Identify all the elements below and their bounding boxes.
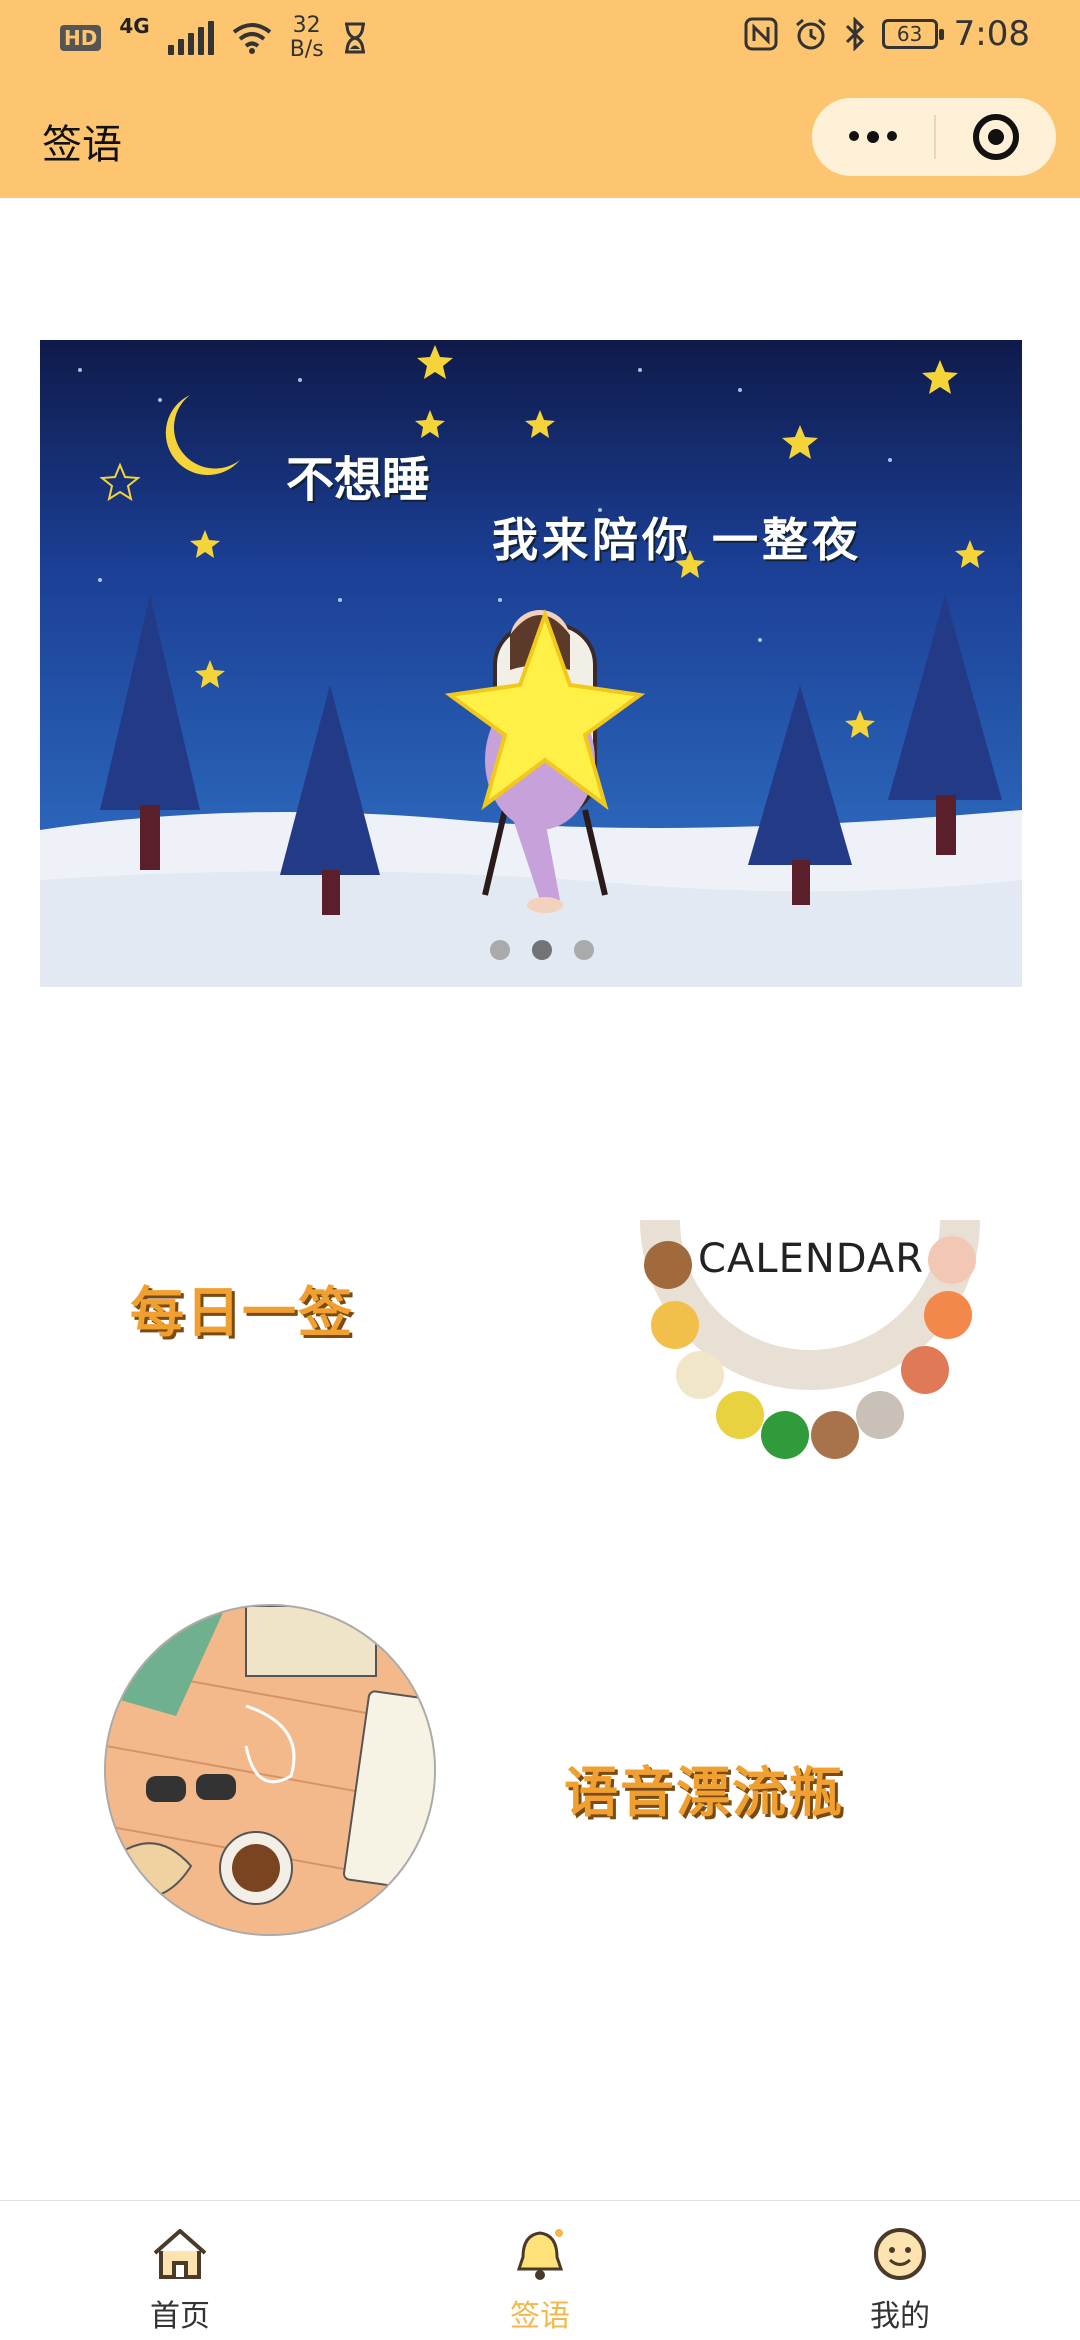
bluetooth-icon: [845, 17, 864, 51]
daily-sign-button[interactable]: 每日一签: [130, 1268, 354, 1347]
network-type: 4G: [119, 14, 150, 38]
net-speed: 32 B/s: [290, 14, 324, 62]
hd-badge: HD: [60, 25, 102, 51]
more-dot: [887, 131, 897, 141]
mini-program-capsule: [812, 98, 1056, 176]
tab-signs[interactable]: 签语: [360, 2201, 720, 2340]
voice-drift-bottle-button[interactable]: 语音漂流瓶: [564, 1748, 844, 1827]
clock: 7:08: [953, 14, 1030, 54]
tab-mine[interactable]: 我的: [720, 2201, 1080, 2340]
carousel-dot-active[interactable]: [532, 940, 552, 960]
hourglass-icon: [344, 22, 365, 54]
banner-illustration: [40, 340, 1022, 987]
carousel-indicator: [490, 940, 594, 960]
close-mini-program-button[interactable]: [936, 114, 1056, 160]
drift-bottle-illustration[interactable]: [104, 1604, 436, 1936]
tab-signs-label: 签语: [510, 2299, 570, 2334]
tab-home[interactable]: 首页: [0, 2201, 360, 2340]
carousel-dot[interactable]: [574, 940, 594, 960]
calendar-art-text: CALENDAR: [698, 1236, 924, 1282]
carousel-dot[interactable]: [490, 940, 510, 960]
more-menu-button[interactable]: [812, 131, 934, 143]
tab-home-label: 首页: [150, 2299, 210, 2334]
tab-mine-label: 我的: [870, 2299, 930, 2334]
tab-bar: 首页 签语 我的: [0, 2200, 1080, 2340]
calendar-illustration[interactable]: CALENDAR: [640, 1190, 980, 1470]
battery-icon: 63: [881, 19, 944, 49]
bell-icon: [516, 2229, 564, 2280]
nfc-icon: [744, 17, 778, 51]
home-icon: [153, 2229, 207, 2279]
net-speed-value: 32: [292, 13, 321, 38]
top-bar: HD 4G 32 B/s 63 7:08 签语: [0, 0, 1080, 198]
status-left: HD 4G 32 B/s: [60, 14, 368, 62]
desk-illustration: [106, 1606, 434, 1934]
signal-icon: [167, 21, 214, 55]
more-dot: [849, 131, 859, 141]
app-page: HD 4G 32 B/s 63 7:08 签语 不想睡 我来陪你 一整夜 每日一…: [0, 0, 1080, 2340]
target-icon: [973, 114, 1019, 160]
status-bar: HD 4G 32 B/s 63 7:08: [0, 0, 1080, 75]
alarm-icon: [795, 18, 826, 50]
wifi-icon: [232, 23, 271, 54]
net-speed-unit: B/s: [289, 37, 324, 62]
banner-line-1: 不想睡: [286, 452, 431, 508]
status-right: 63 7:08: [744, 14, 1030, 54]
banner-carousel[interactable]: 不想睡 我来陪你 一整夜: [40, 340, 1022, 987]
smiley-icon: [874, 2228, 926, 2280]
more-dot: [867, 131, 879, 143]
banner-line-2: 我来陪你 一整夜: [492, 513, 863, 567]
page-title: 签语: [42, 122, 122, 168]
